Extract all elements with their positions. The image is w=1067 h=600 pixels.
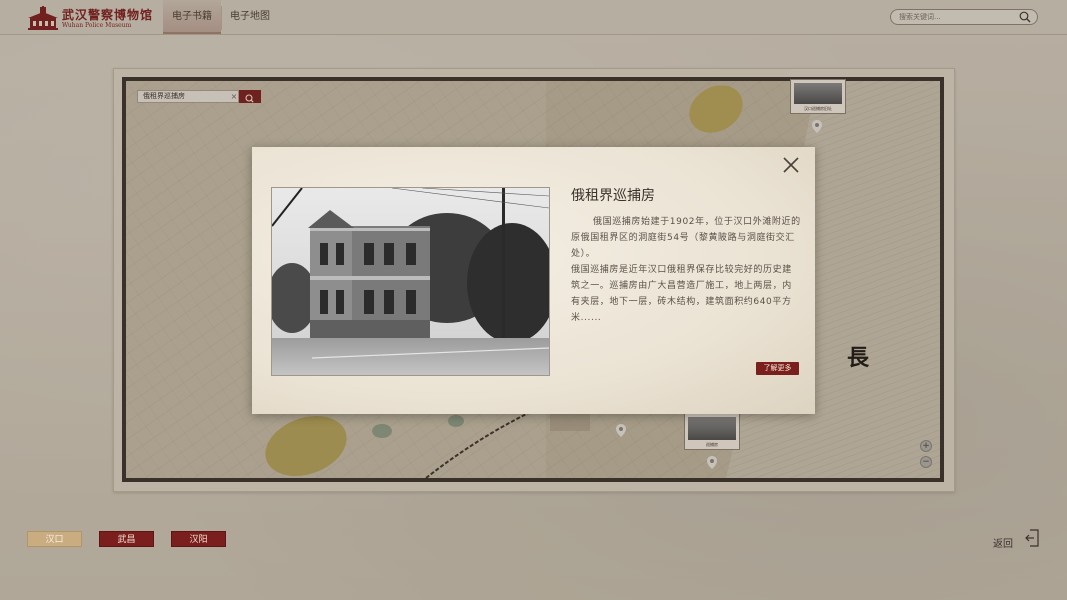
back-label: 返回 — [993, 539, 1013, 550]
district-button-hankou[interactable]: 汉口 — [27, 531, 82, 547]
building-photo — [271, 187, 550, 376]
police-station-photo — [272, 188, 549, 375]
modal-description: 俄国巡捕房始建于1902年，位于汉口外滩附近的原俄国租界区的洞庭街54号（黎黄陂… — [571, 214, 801, 326]
learn-more-button[interactable]: 了解更多 — [756, 362, 799, 375]
exit-door-icon — [1025, 529, 1039, 547]
district-button-hanyang[interactable]: 汉阳 — [171, 531, 226, 547]
close-icon[interactable] — [782, 156, 800, 174]
district-button-wuchang[interactable]: 武昌 — [99, 531, 154, 547]
modal-title: 俄租界巡捕房 — [571, 188, 655, 204]
description-paragraph: 俄国巡捕房是近年汉口俄租界保存比较完好的历史建筑之一。巡捕房由广大昌营造厂施工，… — [571, 265, 792, 323]
back-button[interactable]: 返回 — [993, 529, 1041, 550]
description-paragraph: 俄国巡捕房始建于1902年，位于汉口外滩附近的原俄国租界区的洞庭街54号（黎黄陂… — [571, 217, 801, 259]
